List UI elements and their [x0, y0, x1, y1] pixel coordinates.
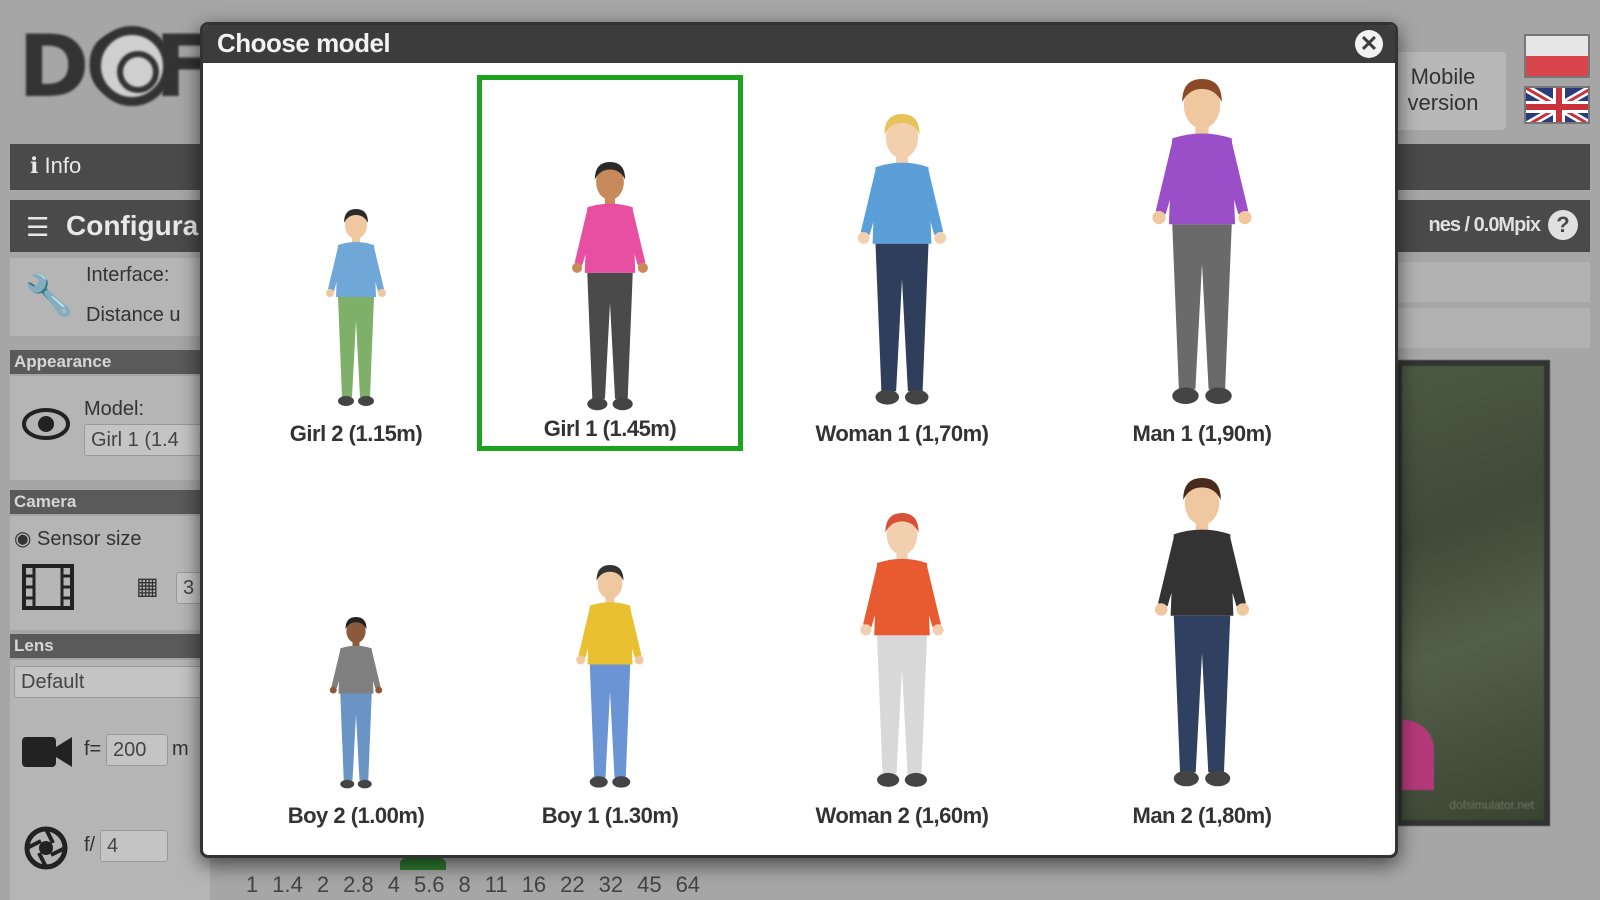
info-icon: ℹ — [30, 153, 39, 178]
fstop-value[interactable]: 1 — [246, 872, 258, 898]
right-panel-row — [1396, 308, 1590, 348]
focal-unit: m — [172, 738, 189, 760]
close-icon[interactable]: ✕ — [1355, 30, 1383, 58]
fstop-active-marker — [400, 858, 446, 870]
model-label: Boy 1 (1.30m) — [541, 803, 679, 828]
app-logo: DOF — [18, 22, 213, 112]
scene-preview: dofsimulator.net — [1396, 360, 1550, 826]
model-grid: Girl 2 (1.15m) Girl 1 (1.45m) Woman 1 (1,7… — [203, 63, 1395, 855]
aperture-input[interactable]: 4 — [100, 830, 168, 862]
dialog-header: Choose model ✕ — [203, 25, 1395, 63]
dialog-title: Choose model — [217, 28, 391, 58]
model-figure-icon — [223, 457, 489, 795]
fstop-value[interactable]: 2 — [317, 872, 329, 898]
preview-watermark: dofsimulator.net — [1449, 798, 1534, 812]
camera-row: ◉ Sensor size ▦ 3 — [10, 516, 210, 630]
film-icon — [22, 564, 74, 617]
model-card[interactable]: Boy 2 (1.00m) — [223, 457, 489, 833]
model-label: Girl 2 (1.15m) — [289, 421, 423, 446]
lens-row: Default f= 200 m f/ 4 — [10, 660, 210, 900]
model-card[interactable]: Girl 1 (1.45m) — [477, 75, 743, 451]
model-label: Woman 2 (1,60m) — [815, 803, 989, 828]
camera-header: Camera — [10, 490, 210, 514]
fstop-value[interactable]: 16 — [522, 872, 546, 898]
model-label: Woman 1 (1,70m) — [815, 421, 989, 446]
sliders-icon: ☰ — [26, 212, 50, 242]
right-panel-row — [1396, 262, 1590, 302]
model-label: Model: — [84, 398, 145, 420]
model-select[interactable]: Girl 1 (1.4 — [84, 424, 206, 456]
focal-length-input[interactable]: 200 — [106, 734, 168, 766]
model-card[interactable]: Girl 2 (1.15m) — [223, 75, 489, 451]
fstop-value[interactable]: 5.6 — [414, 872, 445, 898]
focal-prefix: f= — [84, 738, 102, 760]
configuration-title: Configura — [66, 210, 199, 241]
model-card[interactable]: Woman 2 (1,60m) — [769, 457, 1035, 833]
interface-label: Interface: — [86, 264, 170, 286]
lens-header: Lens — [10, 634, 210, 658]
model-card[interactable]: Boy 1 (1.30m) — [477, 457, 743, 833]
grid-icon: ▦ — [136, 573, 159, 600]
video-camera-icon — [22, 734, 72, 776]
wrench-icon: 🔧 — [24, 274, 74, 318]
fstop-value[interactable]: 8 — [459, 872, 471, 898]
logo-aperture-icon — [92, 26, 172, 106]
sensor-size-label: Sensor size — [37, 528, 142, 550]
fstop-value[interactable]: 45 — [637, 872, 661, 898]
uk-flag-icon[interactable] — [1524, 86, 1590, 124]
fstop-value[interactable]: 32 — [599, 872, 623, 898]
fstop-value[interactable]: 4 — [388, 872, 400, 898]
fstop-value[interactable]: 11 — [485, 872, 508, 898]
appearance-row: Model: Girl 1 (1.4 — [10, 376, 210, 480]
resolution-text: nes / 0.0Mpix — [1428, 214, 1541, 236]
distance-label: Distance u — [86, 304, 181, 326]
sensor-size-radio[interactable]: ◉ Sensor size — [14, 526, 142, 551]
model-card[interactable]: Woman 1 (1,70m) — [769, 75, 1035, 451]
model-label: Girl 1 (1.45m) — [543, 416, 677, 441]
fstop-value[interactable]: 64 — [676, 872, 700, 898]
model-label: Man 2 (1,80m) — [1132, 803, 1273, 828]
aperture-icon — [24, 826, 68, 877]
model-figure-icon — [1069, 457, 1335, 795]
polish-flag-icon[interactable] — [1524, 34, 1590, 78]
info-label: Info — [44, 153, 82, 178]
model-figure-icon — [477, 457, 743, 795]
fstop-value[interactable]: 2.8 — [343, 872, 374, 898]
model-card[interactable]: Man 2 (1,80m) — [1069, 457, 1335, 833]
fstop-value[interactable]: 22 — [560, 872, 584, 898]
model-card[interactable]: Man 1 (1,90m) — [1069, 75, 1335, 451]
lens-select[interactable]: Default — [14, 666, 206, 698]
model-label: Man 1 (1,90m) — [1132, 421, 1273, 446]
left-panel: 🔧 Interface: Distance u Appearance Model… — [10, 258, 210, 900]
interface-row: 🔧 Interface: Distance u — [10, 258, 210, 336]
model-figure-icon — [769, 75, 1035, 413]
model-figure-icon — [482, 80, 738, 418]
fstop-value[interactable]: 1.4 — [272, 872, 303, 898]
help-icon[interactable]: ? — [1548, 210, 1578, 240]
model-figure-icon — [769, 457, 1035, 795]
appearance-header: Appearance — [10, 350, 210, 374]
model-label: Boy 2 (1.00m) — [287, 803, 425, 828]
choose-model-dialog: Choose model ✕ Girl 2 (1.15m) Girl 1 (1.4… — [200, 22, 1398, 858]
fstop-scale[interactable]: 1 1.4 2 2.8 4 5.6 8 11 16 22 32 45 64 — [246, 872, 714, 898]
aperture-prefix: f/ — [84, 834, 96, 856]
model-figure-icon — [1069, 75, 1335, 413]
preview-subject — [1402, 720, 1434, 790]
info-button[interactable]: ℹ Info — [30, 153, 81, 179]
eye-icon — [22, 406, 70, 448]
mobile-version-button[interactable]: Mobile version — [1380, 52, 1506, 130]
model-figure-icon — [223, 75, 489, 413]
